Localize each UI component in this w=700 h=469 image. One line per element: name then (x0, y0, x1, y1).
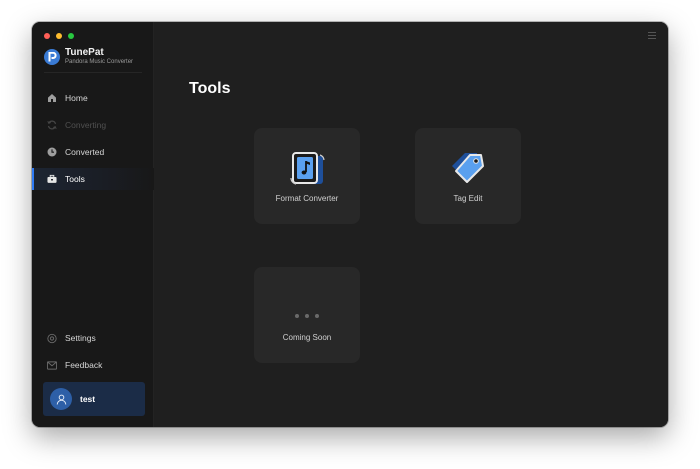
sidebar-item-label: Home (65, 93, 88, 103)
user-icon (56, 394, 66, 405)
zoom-window-button[interactable] (68, 33, 74, 39)
user-account-card[interactable]: test (43, 382, 145, 416)
avatar (50, 388, 72, 410)
user-name: test (80, 394, 96, 404)
minimize-window-button[interactable] (56, 33, 62, 39)
tool-card-tag-edit[interactable]: Tag Edit (415, 128, 521, 224)
app-subtitle: Pandora Music Converter (65, 59, 134, 65)
brand-divider (44, 72, 142, 73)
sidebar-item-settings[interactable]: Settings (32, 327, 154, 349)
tool-card-coming-soon: Coming Soon (254, 267, 360, 363)
main-panel: Tools Format Converter Tag Edit Coming S… (154, 22, 668, 427)
format-converter-icon (287, 150, 327, 190)
toolbox-icon (47, 174, 57, 184)
app-window: TunePat Pandora Music Converter Home Con… (32, 22, 668, 427)
tool-card-label: Coming Soon (282, 333, 332, 342)
page-title: Tools (189, 80, 231, 97)
sidebar-item-feedback[interactable]: Feedback (32, 354, 154, 376)
sidebar-item-converted[interactable]: Converted (32, 141, 154, 163)
sidebar: TunePat Pandora Music Converter Home Con… (32, 22, 154, 427)
sidebar-item-label: Settings (65, 333, 96, 343)
sidebar-item-label: Converting (65, 120, 107, 130)
converting-icon (47, 120, 57, 130)
tool-card-label: Tag Edit (453, 194, 483, 203)
sidebar-item-label: Tools (65, 174, 85, 184)
clock-icon (47, 147, 57, 157)
tag-icon (448, 150, 488, 190)
sidebar-item-label: Converted (65, 147, 105, 157)
mail-icon (47, 360, 57, 370)
sidebar-item-tools[interactable]: Tools (32, 168, 154, 190)
sidebar-item-converting[interactable]: Converting (32, 114, 154, 136)
tool-card-label: Format Converter (275, 194, 339, 203)
gear-icon (47, 333, 57, 343)
app-logo-icon (44, 49, 60, 65)
app-name: TunePat (65, 47, 104, 58)
close-window-button[interactable] (44, 33, 50, 39)
sidebar-item-label: Feedback (65, 360, 103, 370)
hamburger-menu-icon[interactable] (648, 32, 656, 39)
sidebar-item-home[interactable]: Home (32, 87, 154, 109)
more-dots-icon (254, 305, 360, 323)
tool-card-format-converter[interactable]: Format Converter (254, 128, 360, 224)
home-icon (47, 93, 57, 103)
